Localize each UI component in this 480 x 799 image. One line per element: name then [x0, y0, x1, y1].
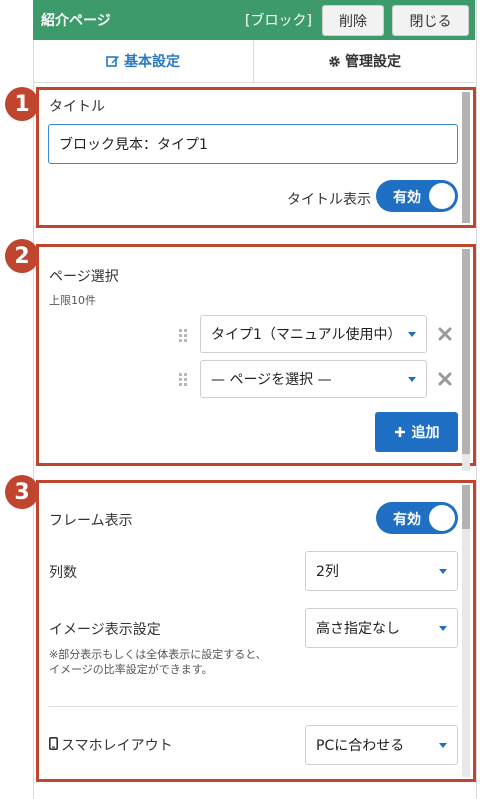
remove-row-1-icon[interactable] — [438, 327, 452, 341]
section-divider — [48, 706, 458, 707]
annotation-badge-2: 2 — [5, 239, 39, 273]
page-limit-label: 上限10件 — [49, 294, 96, 307]
chevron-down-icon — [439, 626, 447, 631]
block-label: [ブロック] — [245, 13, 312, 29]
scrollbar-3-thumb[interactable] — [462, 485, 470, 529]
delete-button[interactable]: 削除 — [322, 5, 384, 36]
tab-basic-settings-label: 基本設定 — [124, 54, 180, 70]
drag-handle-icon[interactable] — [179, 373, 187, 386]
page-select-1[interactable]: タイプ1（マニュアル使用中） — [200, 315, 427, 353]
page-select-1-value: タイプ1（マニュアル使用中） — [211, 327, 402, 343]
image-setting-note-2: イメージの比率設定ができます。 — [49, 663, 213, 676]
page-select-label: ページ選択 — [49, 269, 119, 285]
panel-title: 紹介ページ — [41, 13, 111, 29]
tab-admin-settings-label: 管理設定 — [345, 54, 401, 70]
image-setting-note-1: ※部分表示もしくは全体表示に設定すると、 — [49, 648, 267, 661]
sp-layout-select[interactable]: PCに合わせる — [305, 725, 458, 765]
gear-icon — [329, 55, 340, 67]
tab-basic-settings[interactable]: 基本設定 — [33, 40, 254, 82]
plus-icon — [394, 427, 405, 437]
scrollbar-1-thumb[interactable] — [462, 92, 470, 223]
sp-layout-select-value: PCに合わせる — [316, 738, 405, 754]
image-setting-select-value: 高さ指定なし — [316, 621, 400, 637]
drag-handle-icon[interactable] — [179, 329, 187, 342]
annotation-badge-1: 1 — [5, 87, 39, 121]
edit-icon — [106, 56, 119, 67]
sp-layout-label: スマホレイアウト — [61, 738, 173, 754]
remove-row-2-icon[interactable] — [438, 372, 452, 386]
close-button[interactable]: 閉じる — [392, 5, 469, 36]
annotation-badge-3: 3 — [5, 475, 39, 509]
chevron-down-icon — [439, 569, 447, 574]
show-title-label: タイトル表示 — [287, 192, 371, 208]
tab-admin-settings[interactable]: 管理設定 — [254, 40, 475, 82]
page-select-2-value: — ページを選択 — — [211, 372, 332, 388]
scrollbar-2-thumb[interactable] — [462, 249, 470, 454]
image-setting-label: イメージ表示設定 — [49, 622, 161, 638]
image-setting-select[interactable]: 高さ指定なし — [305, 608, 458, 648]
page-select-2[interactable]: — ページを選択 — — [200, 360, 427, 398]
chevron-down-icon — [408, 332, 416, 337]
chevron-down-icon — [408, 377, 416, 382]
show-title-toggle[interactable]: 有効 — [376, 180, 458, 212]
toggle-knob — [429, 183, 455, 209]
frame-display-toggle[interactable]: 有効 — [376, 502, 458, 534]
smartphone-icon — [49, 737, 58, 750]
toggle-knob — [429, 505, 455, 531]
columns-select-value: 2列 — [316, 564, 339, 580]
add-page-button[interactable]: 追加 — [375, 412, 458, 452]
chevron-down-icon — [439, 743, 447, 748]
title-label: タイトル — [49, 99, 105, 115]
add-page-button-label: 追加 — [411, 425, 440, 441]
tab-bar: 基本設定 管理設定 — [33, 40, 475, 83]
frame-display-toggle-label: 有効 — [393, 512, 421, 528]
columns-select[interactable]: 2列 — [305, 551, 458, 591]
title-input[interactable]: ブロック見本：タイプ1 — [48, 124, 458, 164]
show-title-toggle-label: 有効 — [393, 190, 421, 206]
frame-display-label: フレーム表示 — [49, 513, 133, 529]
columns-label: 列数 — [49, 565, 77, 581]
